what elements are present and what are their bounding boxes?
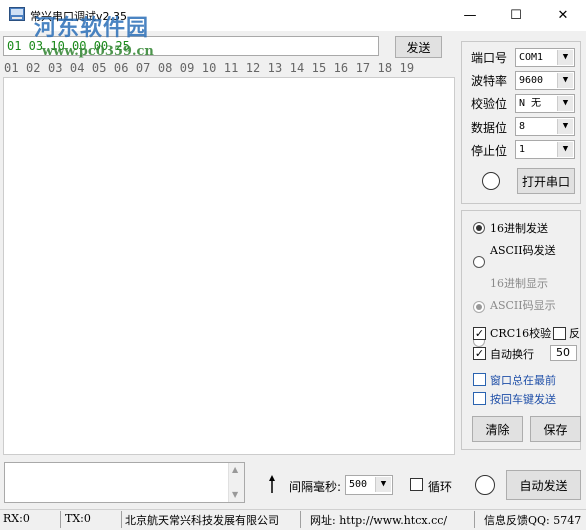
chevron-down-icon: ▼ — [557, 73, 573, 88]
always-top-label: 窗口总在最前 — [490, 374, 556, 387]
stopbits-select[interactable]: 1 ▼ — [515, 140, 575, 159]
enter-send-checkbox[interactable] — [473, 392, 486, 405]
baud-value: 9600 — [519, 75, 544, 86]
auto-wrap-label: 自动换行 — [490, 348, 534, 361]
auto-send-button[interactable]: 自动发送 — [506, 470, 581, 500]
receive-area[interactable] — [3, 77, 455, 455]
scroll-down-icon[interactable]: ▼ — [232, 490, 238, 499]
databits-select[interactable]: 8 ▼ — [515, 117, 575, 136]
hex-display-label: 16进制显示 — [490, 277, 548, 290]
wrap-length-input[interactable]: 50 — [550, 345, 577, 361]
interval-select[interactable]: 500 ▼ — [345, 475, 393, 495]
hex-display-radio[interactable] — [473, 301, 485, 313]
interval-value: 500 — [349, 479, 368, 490]
save-button[interactable]: 保存 — [530, 416, 581, 442]
reverse-label: 反 — [569, 327, 580, 340]
watermark-url: www.pc0359.cn — [42, 44, 154, 59]
chevron-down-icon: ▼ — [557, 119, 573, 134]
ascii-send-radio[interactable] — [473, 256, 485, 268]
chevron-down-icon: ▼ — [557, 96, 573, 111]
stopbits-label: 停止位 — [471, 144, 508, 158]
port-select[interactable]: COM1 ▼ — [515, 48, 575, 67]
crc16-label: CRC16校验 — [490, 327, 552, 340]
crc16-checkbox[interactable]: ✓ — [473, 327, 486, 340]
close-button[interactable]: ✕ — [540, 0, 586, 31]
parity-select[interactable]: N 无 ▼ — [515, 94, 575, 113]
stopbits-value: 1 — [519, 144, 526, 155]
chevron-down-icon: ▼ — [557, 50, 573, 65]
loop-label: 循环 — [428, 480, 453, 494]
databits-value: 8 — [519, 121, 526, 132]
reverse-checkbox[interactable] — [553, 327, 566, 340]
hex-send-label: 16进制发送 — [490, 222, 548, 235]
text-area-scrollbar[interactable]: ▲ ▼ — [228, 463, 244, 502]
serial-settings-panel: 端口号 COM1 ▼ 波特率 9600 ▼ 校验位 N 无 ▼ 数据位 8 ▼ … — [461, 41, 581, 204]
column-ruler: 01 02 03 04 05 06 07 08 09 10 11 12 13 1… — [4, 61, 415, 75]
clear-button[interactable]: 清除 — [472, 416, 523, 442]
interval-label: 间隔毫秒: — [289, 480, 342, 494]
port-value: COM1 — [519, 52, 544, 63]
watermark-name: 河东软件园 — [34, 15, 150, 41]
enter-send-label: 按回车键发送 — [490, 393, 556, 406]
status-divider — [474, 511, 475, 528]
chevron-down-icon: ▼ — [375, 477, 391, 492]
arrow-up-icon — [269, 475, 275, 493]
send-button[interactable]: 发送 — [395, 36, 442, 58]
baud-select[interactable]: 9600 ▼ — [515, 71, 575, 90]
options-panel: 16进制发送 ASCII码发送 16进制显示 ASCII码显示 ✓ CRC16校… — [461, 210, 581, 450]
status-divider — [121, 511, 122, 528]
always-top-checkbox[interactable] — [473, 373, 486, 386]
hex-send-radio[interactable] — [473, 222, 485, 234]
minimize-button[interactable]: — — [447, 0, 493, 31]
port-label: 端口号 — [471, 51, 508, 65]
rx-count: RX:0 — [3, 512, 30, 525]
status-divider — [60, 511, 61, 528]
ascii-send-label: ASCII码发送 — [490, 244, 556, 257]
auto-send-indicator — [475, 475, 495, 495]
send-text-area[interactable]: ▲ ▼ — [4, 462, 245, 503]
ascii-display-label: ASCII码显示 — [490, 299, 556, 312]
watermark: 河东软件园 www.pc0359.cn — [34, 10, 154, 59]
port-status-indicator — [482, 172, 500, 190]
scroll-up-icon[interactable]: ▲ — [232, 465, 238, 474]
auto-wrap-checkbox[interactable]: ✓ — [473, 347, 486, 360]
status-divider — [300, 511, 301, 528]
loop-checkbox[interactable] — [410, 478, 423, 491]
website-link[interactable]: 网址: http://www.htcx.cc/ — [310, 512, 447, 528]
company-name: 北京航天常兴科技发展有限公司 — [125, 514, 279, 527]
maximize-button[interactable]: ☐ — [493, 0, 539, 31]
tx-count: TX:0 — [65, 512, 91, 525]
chevron-down-icon: ▼ — [557, 142, 573, 157]
databits-label: 数据位 — [471, 121, 508, 135]
parity-value: N 无 — [519, 98, 542, 109]
open-port-button[interactable]: 打开串口 — [517, 168, 575, 194]
baud-label: 波特率 — [471, 74, 508, 88]
feedback-qq: 信息反馈QQ: 5747 — [484, 514, 582, 527]
app-icon — [9, 7, 25, 21]
status-bar: RX:0 TX:0 北京航天常兴科技发展有限公司 网址: http://www.… — [0, 509, 586, 530]
parity-label: 校验位 — [471, 97, 508, 111]
